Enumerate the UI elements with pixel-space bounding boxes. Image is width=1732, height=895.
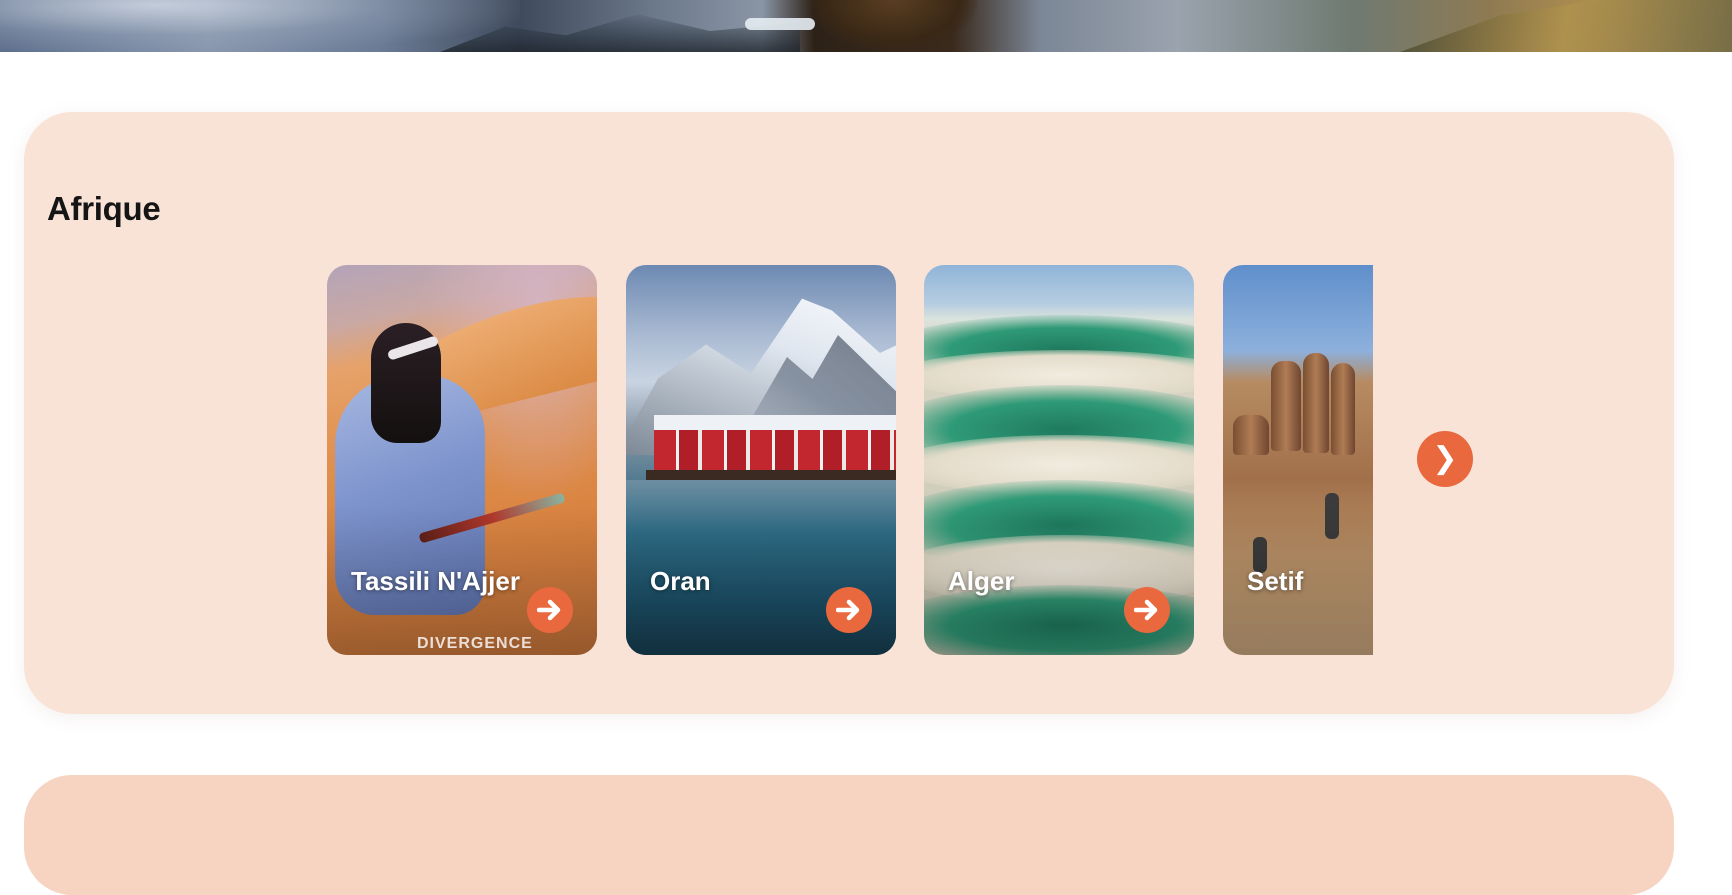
snowy-roofs	[654, 415, 896, 431]
rock-pillar	[1303, 353, 1329, 453]
rock-pillar	[1331, 363, 1355, 455]
red-houses	[654, 430, 896, 470]
destination-card-label: Oran	[650, 566, 711, 596]
destination-card-alger[interactable]: Alger	[924, 265, 1194, 655]
carousel-viewport: DIVERGENCE IMAGES Tassili N'Ajjer	[327, 265, 1373, 655]
destination-card-label: Tassili N'Ajjer	[351, 566, 520, 596]
destination-card-label: Setif	[1247, 566, 1304, 596]
hero-hillside	[1400, 0, 1732, 52]
chevron-right-icon: ❯	[1432, 441, 1458, 476]
section-title: Afrique	[47, 190, 161, 227]
card-arrow-button[interactable]	[1124, 587, 1170, 633]
carousel-next-button[interactable]: ❯	[1417, 431, 1473, 487]
destination-card-label: Alger	[948, 566, 1015, 596]
arrow-right-icon	[836, 599, 860, 621]
rock-pillar	[1233, 415, 1269, 455]
hero-snow-patch	[745, 18, 815, 30]
image-watermark: DIVERGENCE IMAGES	[417, 635, 533, 655]
pier	[646, 470, 896, 480]
card-arrow-button[interactable]	[826, 587, 872, 633]
destination-card-tassili[interactable]: DIVERGENCE IMAGES Tassili N'Ajjer	[327, 265, 597, 655]
destination-card-oran[interactable]: Oran	[626, 265, 896, 655]
hero-sky	[0, 0, 520, 52]
card-arrow-button[interactable]	[527, 587, 573, 633]
hero-banner-image	[0, 0, 1732, 52]
destination-carousel: DIVERGENCE IMAGES Tassili N'Ajjer	[327, 265, 1473, 657]
region-section-afrique: Afrique DIVERGENCE IMAGES Tassili N'Ajje…	[24, 112, 1674, 714]
rock-pillar	[1271, 361, 1301, 451]
destination-card-setif[interactable]: Setif	[1223, 265, 1373, 655]
hero-person-silhouette	[808, 0, 978, 52]
region-section-next	[24, 775, 1674, 895]
arrow-right-icon	[537, 599, 561, 621]
arrow-right-icon	[1134, 599, 1158, 621]
